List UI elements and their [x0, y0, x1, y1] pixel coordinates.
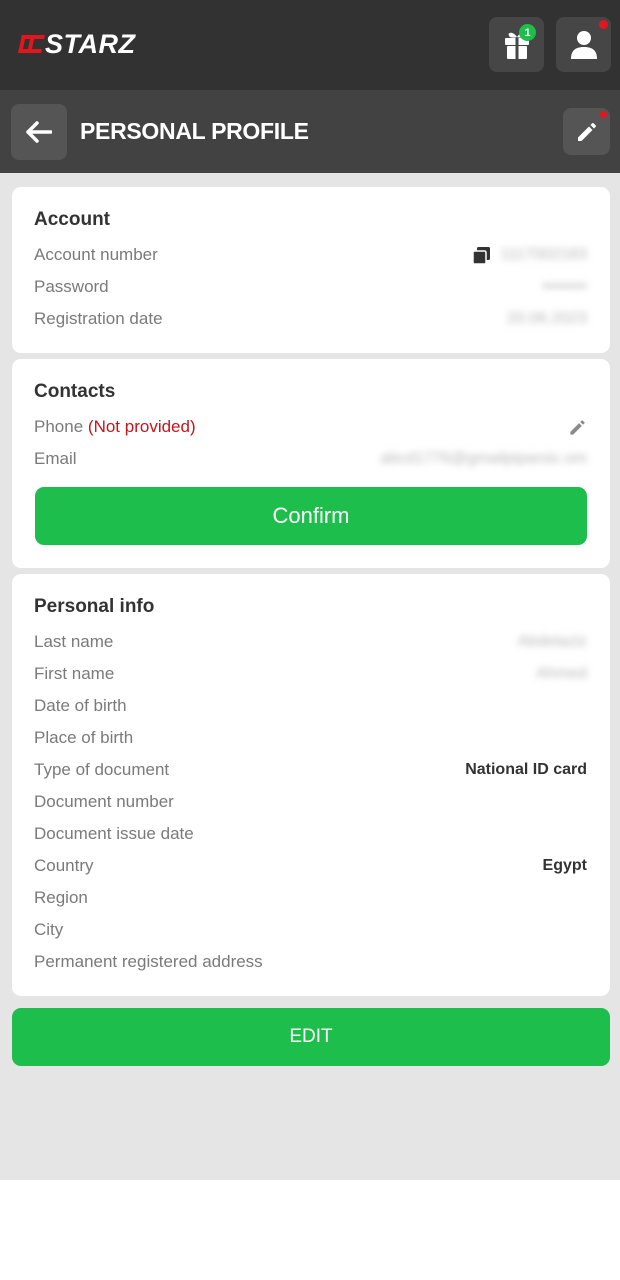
last-name-value: Abdelaziz [517, 633, 587, 650]
password-row: Password •••••••• [34, 275, 587, 299]
email-value: abcd1776@gmailpiparsic.om [380, 450, 587, 467]
country-value: Egypt [542, 857, 587, 874]
row-label: Registration date [34, 309, 163, 328]
row-label: Permanent registered address [34, 952, 263, 971]
email-row: Email abcd1776@gmailpiparsic.om [34, 447, 587, 471]
row-label: Password [34, 277, 109, 296]
arrow-left-icon [26, 121, 52, 143]
phone-row: Phone (Not provided) [34, 415, 587, 439]
row-label: Place of birth [34, 728, 134, 747]
contacts-title: Contacts [34, 381, 116, 402]
first-name-row: First name Ahmed [34, 662, 587, 686]
personal-info-title: Personal info [34, 596, 155, 617]
account-title: Account [34, 209, 110, 230]
confirm-button[interactable]: Confirm [35, 487, 587, 545]
row-label: First name [34, 664, 115, 683]
region-row: Region [34, 886, 587, 910]
brand-logo[interactable]: STARZ [18, 28, 136, 59]
account-number-row: Account number 1117002183 [34, 243, 587, 267]
registration-date-value: 20.06.2023 [506, 310, 587, 327]
row-label: Date of birth [34, 696, 127, 715]
pencil-icon [577, 122, 596, 141]
copy-icon[interactable] [473, 246, 491, 264]
document-number-row: Document number [34, 790, 587, 814]
notification-dot [600, 111, 607, 118]
document-issue-date-row: Document issue date [34, 822, 587, 846]
document-type-row: Type of document National ID card [34, 758, 587, 782]
back-button[interactable] [11, 104, 67, 160]
top-bar: STARZ 1 [0, 0, 620, 90]
row-label: Document number [34, 792, 174, 811]
registration-date-row: Registration date 20.06.2023 [34, 307, 587, 331]
phone-status: (Not provided) [87, 417, 196, 436]
notification-dot [599, 20, 608, 29]
logo-mark-icon [18, 32, 45, 56]
edit-phone-icon[interactable] [568, 418, 587, 437]
contacts-card: Contacts Phone (Not provided) Email abcd… [12, 359, 610, 568]
date-of-birth-row: Date of birth [34, 694, 587, 718]
address-row: Permanent registered address [34, 950, 587, 974]
row-label: City [34, 920, 64, 939]
first-name-value: Ahmed [536, 665, 587, 682]
personal-info-card: Personal info Last name Abdelaziz First … [12, 574, 610, 996]
phone-label: Phone [34, 417, 84, 436]
page-header: PERSONAL PROFILE [0, 90, 620, 173]
last-name-row: Last name Abdelaziz [34, 630, 587, 654]
row-label: Region [34, 888, 88, 907]
edit-button[interactable]: EDIT [12, 1008, 610, 1066]
user-menu-button[interactable] [556, 17, 611, 72]
brand-name: STARZ [45, 28, 136, 59]
row-label: Account number [34, 245, 158, 264]
user-icon [570, 30, 597, 59]
city-row: City [34, 918, 587, 942]
profile-screen: STARZ 1 PERSONAL PROFILE Account Account… [0, 0, 620, 1180]
row-label: Type of document [34, 760, 170, 779]
account-card: Account Account number 1117002183 Passwo… [12, 187, 610, 353]
email-label: Email [34, 449, 77, 468]
password-value: •••••••• [542, 278, 587, 295]
row-label: Last name [34, 632, 114, 651]
row-label: Country [34, 856, 94, 875]
gift-count-badge: 1 [519, 24, 536, 41]
page-title: PERSONAL PROFILE [80, 118, 309, 144]
document-type-value: National ID card [465, 761, 587, 778]
country-row: Country Egypt [34, 854, 587, 878]
account-number-value: 1117002183 [500, 246, 587, 263]
row-label: Document issue date [34, 824, 194, 843]
place-of-birth-row: Place of birth [34, 726, 587, 750]
edit-profile-button[interactable] [563, 108, 610, 155]
gifts-button[interactable]: 1 [489, 17, 544, 72]
